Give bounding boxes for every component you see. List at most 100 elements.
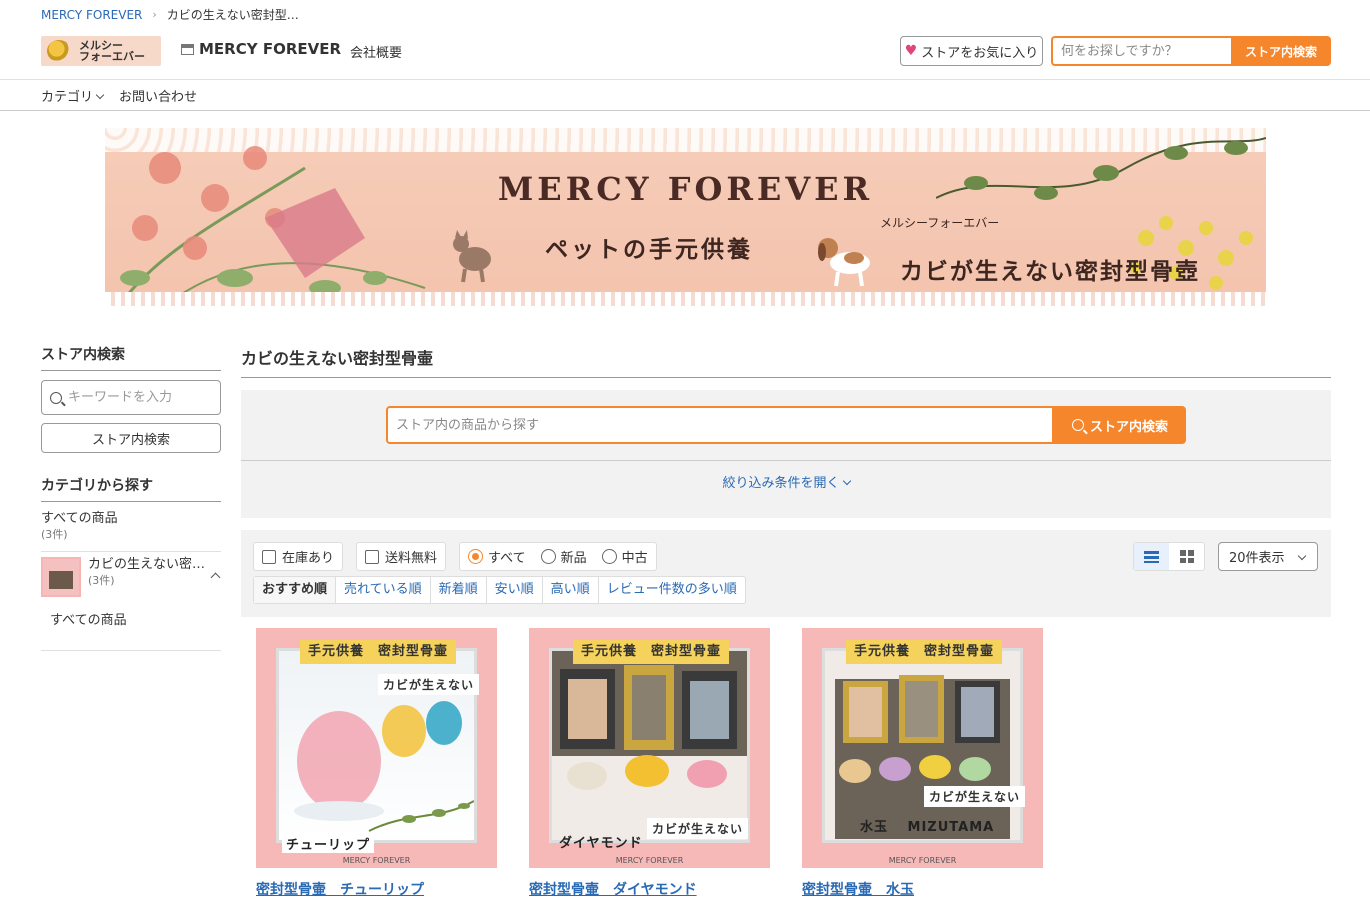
chevron-down-icon (842, 476, 851, 486)
header-search-button[interactable]: ストア内検索 (1231, 36, 1331, 66)
in-stock-label: 在庫あり (282, 551, 335, 566)
page-title: カビの生えない密封型骨壷 (241, 344, 1331, 378)
store-nav: カテゴリ お問い合わせ (0, 80, 1370, 111)
nav-category[interactable]: カテゴリ (41, 86, 105, 105)
checkbox-icon (365, 549, 379, 564)
product-caption: 水玉 MIZUTAMA (860, 820, 995, 835)
diamond-urn-illustration (552, 665, 747, 840)
list-toolbar: 在庫あり 送料無料 すべて 新品 中古 おすすめ順 売れている順 新着順 安い順… (241, 530, 1331, 617)
product-brand: MERCY FOREVER (615, 856, 684, 865)
radio-icon (540, 549, 556, 564)
product-tag: カビが生えない (647, 818, 749, 839)
favorite-store-button[interactable]: ♥ ストアをお気に入り (900, 36, 1043, 66)
dog-illustration (818, 238, 870, 287)
list-view-icon (1144, 550, 1159, 563)
heart-icon: ♥ (904, 43, 918, 59)
favorite-label: ストアをお気に入り (921, 45, 1039, 61)
product-ribbon: 手元供養 密封型骨壷 (573, 640, 729, 664)
store-banner: MERCY FOREVER ペットの手元供養 メルシーフォーエバー カビが生えな… (105, 128, 1266, 306)
grid-view-icon (1179, 550, 1194, 563)
filter-toggle-label: 絞り込み条件を開く (722, 476, 840, 491)
product-ribbon: 手元供養 密封型骨壷 (846, 640, 1002, 664)
category-item[interactable]: カビの生えない密… (3件) (41, 551, 221, 597)
product-ribbon: 手元供養 密封型骨壷 (300, 640, 456, 664)
item-search-button-label: ストア内検索 (1089, 419, 1168, 435)
sort-bestselling[interactable]: 売れている順 (336, 577, 431, 603)
breadcrumb-separator: › (152, 8, 157, 21)
chevron-down-icon (1297, 551, 1307, 561)
product-title-link[interactable]: 密封型骨壷 水玉 (802, 879, 1044, 899)
store-header: メルシー フォーエバー MERCY FOREVER 会社概要 ♥ ストアをお気に入… (0, 28, 1370, 80)
sort-most-reviews[interactable]: レビュー件数の多い順 (599, 577, 745, 603)
grid-view-button[interactable] (1169, 543, 1204, 570)
product-image[interactable]: 手元供養 密封型骨壷 カビが生えない チューリップ MERCY FOREVER (256, 628, 497, 868)
sidebar-search-heading: ストア内検索 (41, 344, 221, 371)
product-card[interactable]: 手元供養 密封型骨壷 カビが生えない ダイヤモンド MERCY FOREVER … (529, 628, 771, 899)
sidebar-keyword-input[interactable] (68, 382, 208, 413)
nav-category-label: カテゴリ (41, 89, 94, 105)
product-title-link[interactable]: 密封型骨壷 ダイヤモンド (529, 879, 771, 899)
breadcrumb-current: カビの生えない密封型… (166, 8, 299, 22)
divider (241, 460, 1331, 461)
filter-toggle[interactable]: 絞り込み条件を開く (241, 472, 1331, 491)
product-tag: カビが生えない (924, 786, 1026, 807)
per-page-value: 20件表示 (1229, 551, 1285, 566)
banner-title: MERCY FOREVER (497, 170, 874, 208)
category-item-label: カビの生えない密… (88, 557, 206, 572)
category-all-products[interactable]: すべての商品 (3件) (41, 511, 221, 543)
banner-tagline: カビが生えない密封型骨壺 (900, 259, 1200, 285)
company-link[interactable]: 会社概要 (350, 42, 402, 61)
sort-recommended[interactable]: おすすめ順 (254, 577, 337, 603)
product-caption: チューリップ (282, 834, 375, 853)
search-icon (50, 391, 62, 404)
sort-newest[interactable]: 新着順 (431, 577, 487, 603)
condition-all-label: すべて (488, 551, 526, 566)
sort-options: おすすめ順 売れている順 新着順 安い順 高い順 レビュー件数の多い順 (253, 576, 746, 604)
nav-contact[interactable]: お問い合わせ (119, 86, 197, 105)
sort-price-high[interactable]: 高い順 (543, 577, 599, 603)
product-tag: カビが生えない (378, 674, 480, 695)
condition-new-radio[interactable]: 新品 (540, 547, 587, 566)
breadcrumb-home-link[interactable]: MERCY FOREVER (41, 8, 142, 22)
subcategory-all-products[interactable]: すべての商品 (41, 609, 221, 651)
header-search-input[interactable] (1051, 36, 1231, 66)
store-icon (181, 43, 194, 55)
store-logo[interactable]: メルシー フォーエバー (41, 36, 161, 66)
free-shipping-label: 送料無料 (385, 551, 438, 566)
item-search-input[interactable] (386, 406, 1054, 444)
product-brand: MERCY FOREVER (888, 856, 957, 865)
header-search: ストア内検索 (1051, 36, 1331, 66)
item-search-panel: ストア内検索 絞り込み条件を開く (241, 390, 1331, 518)
flower-logo-icon (47, 40, 71, 62)
mizutama-urn-illustration (835, 675, 1010, 839)
product-title-link[interactable]: 密封型骨壷 チューリップ (256, 879, 498, 899)
category-thumbnail (41, 557, 81, 597)
chevron-down-icon (95, 90, 105, 99)
logo-text: メルシー フォーエバー (79, 39, 145, 63)
product-photo (822, 648, 1023, 843)
product-card[interactable]: 手元供養 密封型骨壷 カビが生えない 水玉 MIZUTAMA MERCY FOR… (802, 628, 1044, 899)
checkbox-icon (262, 549, 276, 564)
free-shipping-checkbox[interactable]: 送料無料 (356, 542, 447, 571)
chevron-up-icon[interactable] (210, 572, 221, 583)
list-view-button[interactable] (1134, 543, 1169, 570)
banner-subtitle: ペットの手元供養 (545, 237, 753, 263)
sidebar: ストア内検索 ストア内検索 カテゴリから探す すべての商品 (3件) カビの生え… (41, 344, 221, 651)
product-image[interactable]: 手元供養 密封型骨壷 カビが生えない 水玉 MIZUTAMA MERCY FOR… (802, 628, 1043, 868)
product-image[interactable]: 手元供養 密封型骨壷 カビが生えない ダイヤモンド MERCY FOREVER (529, 628, 770, 868)
condition-used-radio[interactable]: 中古 (601, 547, 648, 566)
condition-used-label: 中古 (621, 551, 648, 566)
item-search-button[interactable]: ストア内検索 (1054, 406, 1186, 444)
sidebar-search-button[interactable]: ストア内検索 (41, 423, 221, 453)
category-all-label: すべての商品 (41, 511, 118, 526)
category-all-count: (3件) (41, 528, 68, 541)
product-brand: MERCY FOREVER (342, 856, 411, 865)
condition-all-radio[interactable]: すべて (468, 547, 526, 566)
store-name-link[interactable]: MERCY FOREVER (181, 40, 341, 58)
sidebar-search-box (41, 380, 221, 415)
condition-radio-group: すべて 新品 中古 (459, 542, 657, 571)
in-stock-checkbox[interactable]: 在庫あり (253, 542, 344, 571)
per-page-select[interactable]: 20件表示 (1218, 542, 1318, 571)
sort-price-low[interactable]: 安い順 (487, 577, 543, 603)
product-card[interactable]: 手元供養 密封型骨壷 カビが生えない チューリップ MERCY FOREVER … (256, 628, 498, 899)
